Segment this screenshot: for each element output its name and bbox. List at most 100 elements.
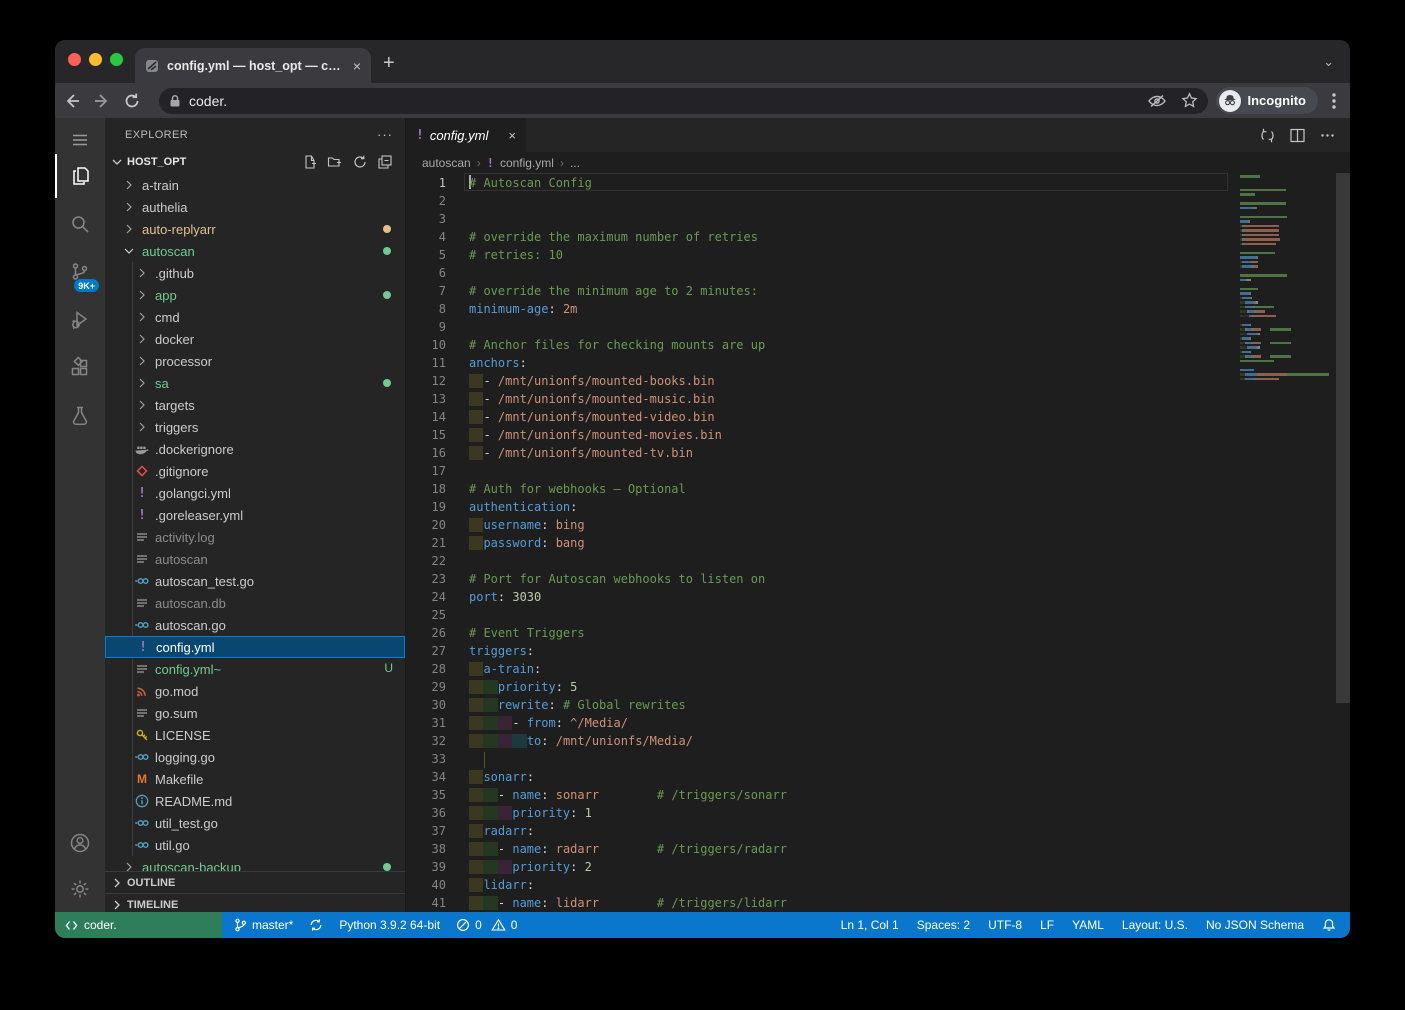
code-line-25[interactable]: 25 [406,605,1350,623]
settings-gear-button[interactable] [55,867,105,911]
tree-item-util-test-go[interactable]: util_test.go [105,812,405,834]
code-line-8[interactable]: 8minimum-age: 2m [406,299,1350,317]
tree-item-autoscan[interactable]: autoscan [105,240,405,262]
notifications-bell-icon[interactable] [1322,918,1336,932]
code-line-22[interactable]: 22 [406,551,1350,569]
code-line-2[interactable]: 2 [406,191,1350,209]
new-folder-button[interactable] [327,154,343,170]
code-line-37[interactable]: 37 radarr: [406,821,1350,839]
tree-item--golangci-yml[interactable]: !.golangci.yml [105,482,405,504]
code-line-23[interactable]: 23# Port for Autoscan webhooks to listen… [406,569,1350,587]
tree-item-activity-log[interactable]: activity.log [105,526,405,548]
code-editor[interactable]: 1# Autoscan Config234# override the maxi… [406,173,1350,912]
code-line-1[interactable]: 1# Autoscan Config [406,173,1350,191]
workspace-section-header[interactable]: HOST_OPT [105,151,405,173]
breadcrumb-folder[interactable]: autoscan [422,156,471,170]
code-line-35[interactable]: 35 - name: sonarr # /triggers/sonarr [406,785,1350,803]
tree-item-processor[interactable]: processor [105,350,405,372]
encoding-status[interactable]: UTF-8 [988,918,1022,932]
tab-close-icon[interactable]: × [353,59,361,73]
code-line-19[interactable]: 19authentication: [406,497,1350,515]
tree-item-cmd[interactable]: cmd [105,306,405,328]
tab-search-chevron-icon[interactable]: ⌄ [1323,54,1334,70]
code-line-33[interactable]: 33 [406,749,1350,767]
tree-item-makefile[interactable]: MMakefile [105,768,405,790]
back-button[interactable] [63,92,93,110]
breadcrumb-file[interactable]: config.yml [500,156,554,170]
json-schema-status[interactable]: No JSON Schema [1206,918,1304,932]
editor-tab-config-yml[interactable]: ! config.yml × [406,118,526,152]
sync-changes-button[interactable] [309,918,323,932]
code-line-17[interactable]: 17 [406,461,1350,479]
more-actions-icon[interactable] [1319,127,1336,144]
code-line-40[interactable]: 40 lidarr: [406,875,1350,893]
code-line-30[interactable]: 30 rewrite: # Global rewrites [406,695,1350,713]
forward-button[interactable] [93,92,123,110]
python-interpreter-status[interactable]: Python 3.9.2 64-bit [339,918,440,932]
code-line-38[interactable]: 38 - name: radarr # /triggers/radarr [406,839,1350,857]
code-line-4[interactable]: 4# override the maximum number of retrie… [406,227,1350,245]
tree-item-autoscan-backup[interactable]: autoscan-backup [105,856,405,871]
code-line-10[interactable]: 10# Anchor files for checking mounts are… [406,335,1350,353]
tree-item--dockerignore[interactable]: .dockerignore [105,438,405,460]
timeline-section-header[interactable]: TIMELINE [105,893,405,912]
tree-item--github[interactable]: .github [105,262,405,284]
code-line-32[interactable]: 32 to: /mnt/unionfs/Media/ [406,731,1350,749]
tree-item-autoscan-go[interactable]: autoscan.go [105,614,405,636]
reload-button[interactable] [123,92,153,110]
code-line-24[interactable]: 24port: 3030 [406,587,1350,605]
minimap[interactable] [1240,175,1336,387]
tree-item-autoscan-db[interactable]: autoscan.db [105,592,405,614]
code-line-39[interactable]: 39 priority: 2 [406,857,1350,875]
tree-item--gitignore[interactable]: .gitignore [105,460,405,482]
tree-item-go-mod[interactable]: go.mod [105,680,405,702]
code-line-27[interactable]: 27triggers: [406,641,1350,659]
code-line-14[interactable]: 14 - /mnt/unionfs/mounted-video.bin [406,407,1350,425]
accounts-button[interactable] [55,821,105,865]
indentation-status[interactable]: Spaces: 2 [917,918,970,932]
code-line-9[interactable]: 9 [406,317,1350,335]
tree-item-docker[interactable]: docker [105,328,405,350]
editor-scrollbar[interactable] [1336,173,1350,703]
code-line-21[interactable]: 21 password: bang [406,533,1350,551]
refresh-button[interactable] [352,154,368,170]
code-line-20[interactable]: 20 username: bing [406,515,1350,533]
keyboard-layout-status[interactable]: Layout: U.S. [1122,918,1188,932]
open-changes-icon[interactable] [1259,127,1276,144]
tree-item--goreleaser-yml[interactable]: !.goreleaser.yml [105,504,405,526]
tree-item-auto-replyarr[interactable]: auto-replyarr [105,218,405,240]
source-control-view-button[interactable]: 9K+ [55,250,105,294]
code-line-31[interactable]: 31 - from: ^/Media/ [406,713,1350,731]
language-mode-status[interactable]: YAML [1072,918,1104,932]
code-line-36[interactable]: 36 priority: 1 [406,803,1350,821]
remote-indicator[interactable]: coder. [55,912,222,938]
tree-item-sa[interactable]: sa [105,372,405,394]
problems-status[interactable]: 0 0 [456,918,517,932]
code-line-5[interactable]: 5# retries: 10 [406,245,1350,263]
testing-view-button[interactable] [55,394,105,438]
search-view-button[interactable] [55,202,105,246]
code-line-18[interactable]: 18# Auth for webhooks — Optional [406,479,1350,497]
git-branch-status[interactable]: master* [234,918,293,932]
extensions-view-button[interactable] [55,346,105,390]
tree-item-config-yml[interactable]: !config.yml [105,636,405,658]
browser-tab[interactable]: config.yml — host_opt — code × [135,48,371,83]
split-editor-icon[interactable] [1289,127,1306,144]
code-line-11[interactable]: 11anchors: [406,353,1350,371]
tree-item-targets[interactable]: targets [105,394,405,416]
code-line-7[interactable]: 7# override the minimum age to 2 minutes… [406,281,1350,299]
eol-status[interactable]: LF [1040,918,1054,932]
run-debug-view-button[interactable] [55,298,105,342]
explorer-view-button[interactable] [55,154,105,198]
code-line-34[interactable]: 34 sonarr: [406,767,1350,785]
tree-item-config-yml-[interactable]: config.yml~U [105,658,405,680]
tree-item-authelia[interactable]: authelia [105,196,405,218]
eye-off-icon[interactable] [1147,93,1167,109]
tree-item-go-sum[interactable]: go.sum [105,702,405,724]
code-line-12[interactable]: 12 - /mnt/unionfs/mounted-books.bin [406,371,1350,389]
tree-item-license[interactable]: LICENSE [105,724,405,746]
code-line-41[interactable]: 41 - name: lidarr # /triggers/lidarr [406,893,1350,911]
code-line-28[interactable]: 28 a-train: [406,659,1350,677]
bookmark-star-icon[interactable] [1181,92,1198,109]
close-editor-icon[interactable]: × [508,128,516,143]
